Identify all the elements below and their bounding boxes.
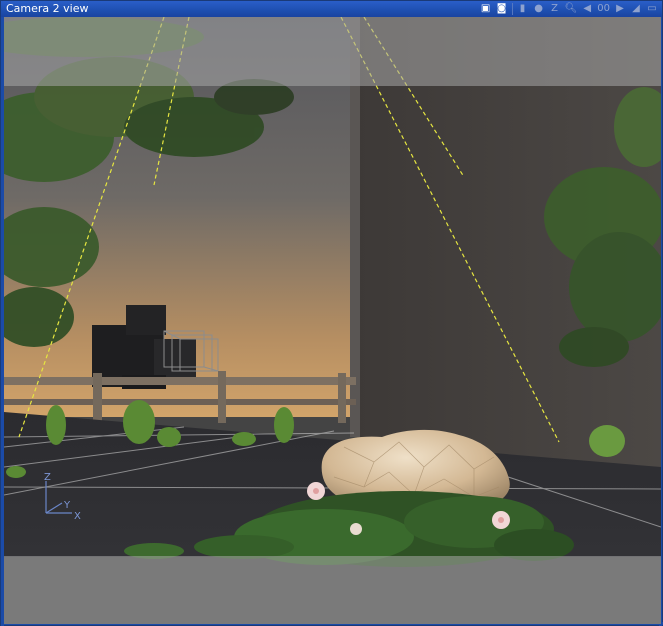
camera-settings-icon[interactable]: ◙ xyxy=(496,2,508,16)
render-preview-icon[interactable]: ▣ xyxy=(480,2,492,16)
frame-next-icon[interactable]: ▶ xyxy=(614,2,626,16)
toolbar-divider xyxy=(511,3,513,15)
camera-view-window: Camera 2 view ▣ ◙ ▮ ● Z 🔍︎ ◀ 00 ▶ ◢ ▭ Z … xyxy=(0,0,663,626)
frame-icon[interactable]: ▮ xyxy=(517,2,529,16)
window-title: Camera 2 view xyxy=(6,2,89,15)
dot-icon[interactable]: ● xyxy=(533,2,545,16)
3d-viewport[interactable]: Z Y X xyxy=(4,17,661,624)
axis-y-label: Y xyxy=(63,500,71,511)
zoom-icon[interactable]: 🔍︎ xyxy=(565,2,578,16)
angle-icon[interactable]: ◢ xyxy=(630,2,642,16)
title-bar[interactable]: Camera 2 view ▣ ◙ ▮ ● Z 🔍︎ ◀ 00 ▶ ◢ ▭ xyxy=(1,1,662,17)
safe-frame-mask-bottom xyxy=(4,556,661,624)
frame-prev-icon[interactable]: ◀ xyxy=(581,2,593,16)
frame-number[interactable]: 00 xyxy=(597,2,610,16)
axis-x-label: X xyxy=(74,511,81,522)
scene-render: Z Y X xyxy=(4,17,661,624)
axis-z-label: Z xyxy=(44,472,51,483)
viewport-toolbar: ▣ ◙ ▮ ● Z 🔍︎ ◀ 00 ▶ ◢ ▭ xyxy=(480,2,658,16)
zoom-z-label[interactable]: Z xyxy=(549,2,561,16)
safe-frame-mask-top xyxy=(4,17,661,86)
maximize-icon[interactable]: ▭ xyxy=(646,2,658,16)
